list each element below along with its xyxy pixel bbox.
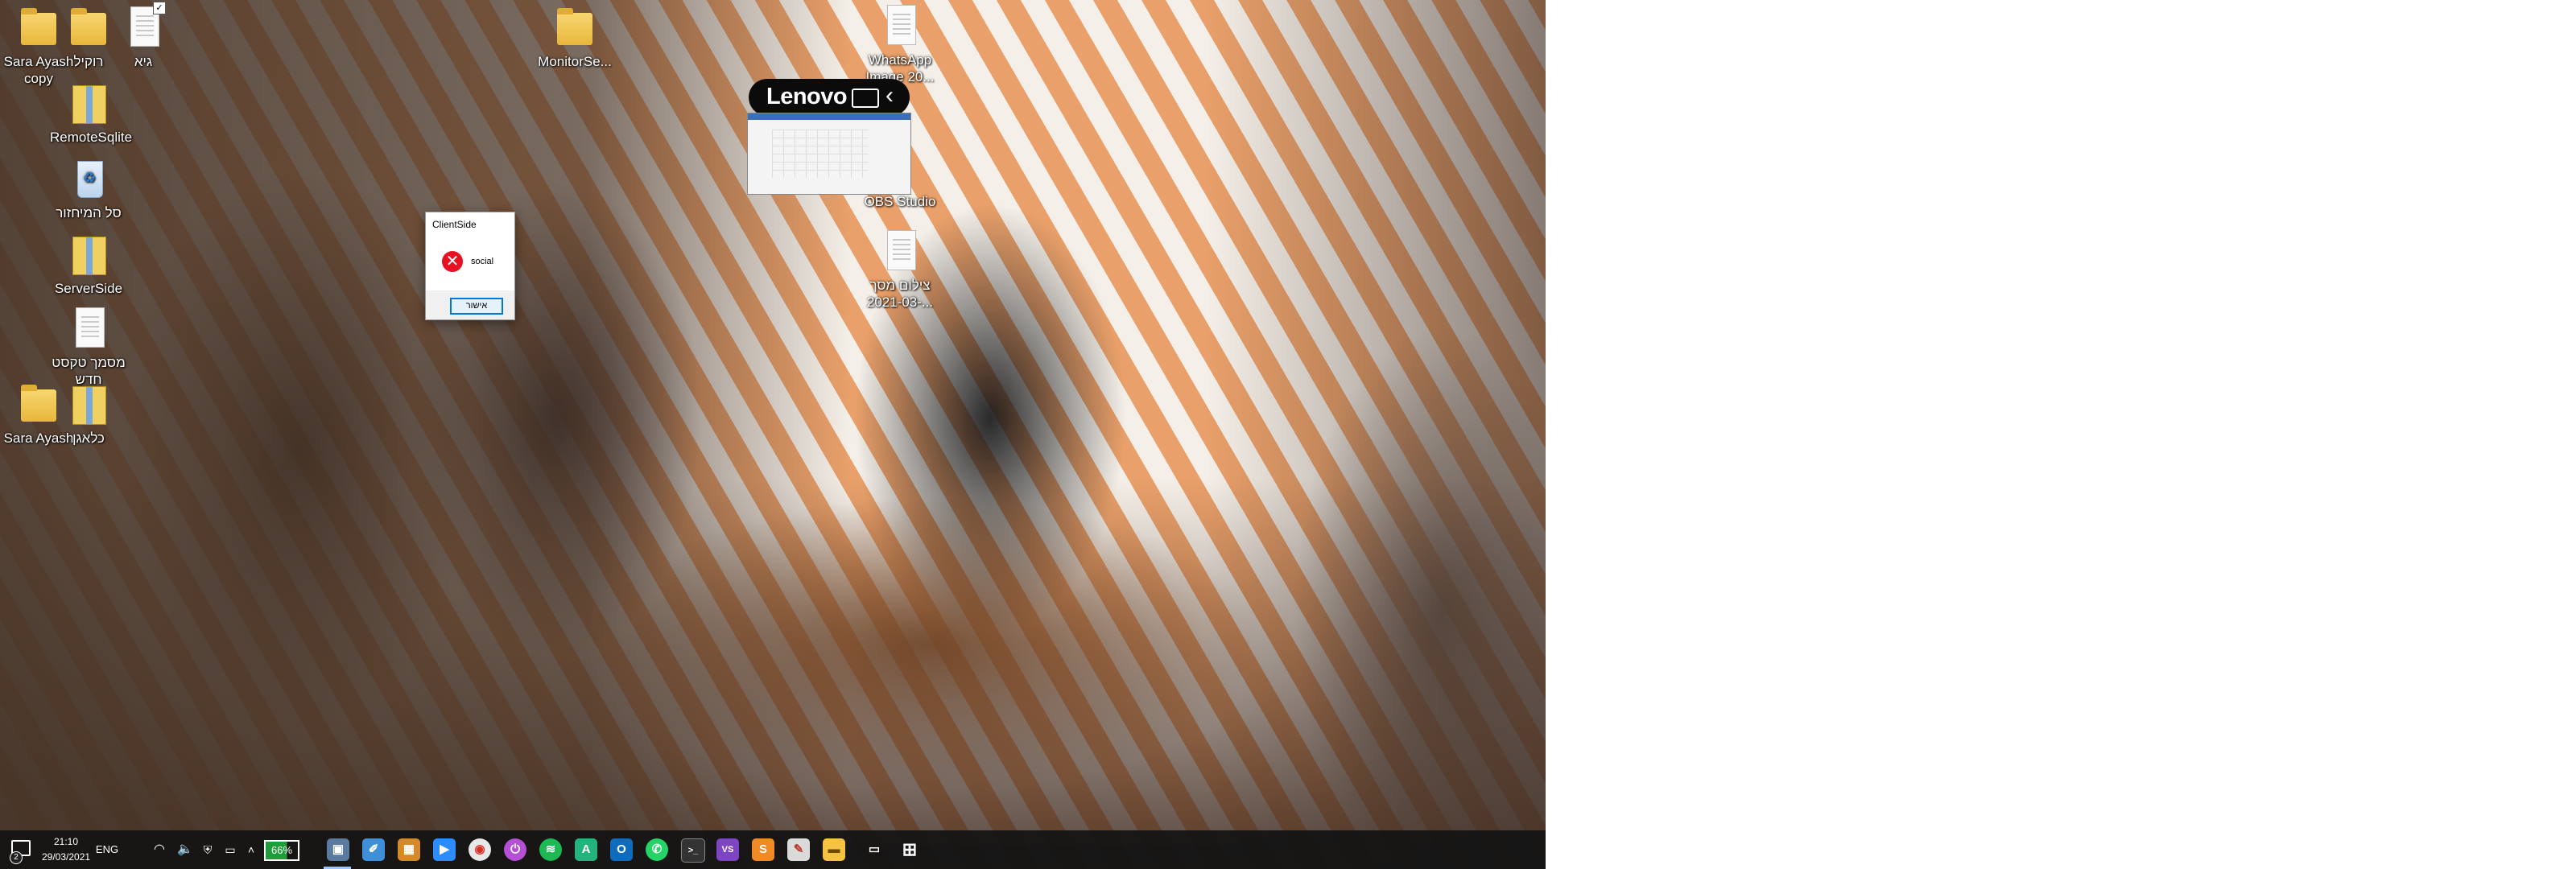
desktop-icon-label: כלאגן [72,430,105,446]
task-view-icon[interactable]: ▭ [863,838,886,861]
folder-icon [68,5,109,50]
dialog-footer: אישור [426,290,514,319]
desktop-icon-serverside[interactable]: ServerSide [50,232,127,297]
battery-saver-icon[interactable]: ▭ [221,830,240,869]
desktop-icon-monitorse[interactable]: MonitorSe... [536,5,613,70]
desktop-icon-screenshot[interactable]: צילום מסך 2021-03-... [861,229,939,311]
spotify-icon[interactable]: ≋ [539,838,562,861]
chevron-up-icon[interactable]: ˄ [243,830,259,869]
archive-icon [68,232,109,277]
notification-center-icon[interactable]: 2 [10,838,31,864]
security-icon[interactable]: ⛨ [198,830,217,869]
desktop-icon-recycle-bin[interactable]: סל המיחזור [50,156,127,221]
outlook-icon[interactable]: O [610,838,633,861]
taskbar: 2 21:10 29/03/2021 ENG ◠ 🔈 ⛨ ▭ ˄ 66% ▣ ✐… [0,830,1546,869]
desktop-icon-guy[interactable]: ✓ גיא [105,2,182,70]
windows-start-icon[interactable]: ⊞ [898,838,921,861]
chrome-icon[interactable]: ◉ [469,838,491,861]
desktop-icon-kalagan[interactable]: כלאגן [50,381,127,447]
screen-capture-icon[interactable] [852,89,879,108]
notification-count: 2 [10,851,23,864]
clock-time: 21:10 [53,836,79,847]
desktop-screen: Sara Ayash copy רוקיל ✓ גיא MonitorSe...… [0,0,1546,869]
file-explorer-icon[interactable]: ▬ [823,838,845,861]
zoom-icon[interactable]: ▶ [433,838,456,861]
image-file-icon [879,3,921,48]
desktop-icon-label: ServerSide [54,281,123,296]
error-icon: ✕ [442,251,463,272]
ok-button[interactable]: אישור [450,298,503,315]
window-app-icon[interactable]: ▣ [327,838,349,861]
desktop-icon-label: סל המיחזור [56,205,122,220]
recycle-bin-icon [68,156,109,201]
desktop-icon-label: OBS Studio [864,194,936,209]
desktop-icon-whatsapp-image[interactable]: WhatsApp Image 20... [861,3,939,85]
visual-studio-icon[interactable]: VS [716,838,739,861]
chevron-left-icon[interactable]: ‹ [886,82,894,109]
desktop-icon-new-text-document[interactable]: מסמך טקסט חדש [50,306,127,388]
wifi-icon[interactable]: ◠ [150,830,169,869]
desktop-icon-label: RemoteSqlite [50,130,133,145]
photos-app-icon[interactable]: ▦ [398,838,420,861]
volume-icon[interactable]: 🔈 [175,830,195,869]
archive-icon [68,80,109,126]
document-icon: ✓ [122,2,166,50]
notes-app-icon[interactable]: ✐ [362,838,385,861]
sublime-icon[interactable]: S [752,838,774,861]
lenovo-logo: Lenovo [766,84,848,109]
dialog-title: ClientSide [432,219,477,230]
dialog-message: social [471,257,494,266]
lenovo-vantage-bar[interactable]: Lenovo ‹ [749,79,910,116]
image-file-icon [879,229,921,274]
error-dialog: ClientSide ✕ social אישור [425,212,515,320]
power-app-icon[interactable]: ⏻ [504,838,526,861]
terminal-icon[interactable]: >_ [681,838,705,863]
desktop-icon-label: MonitorSe... [538,54,612,69]
folder-icon [554,5,596,50]
language-indicator[interactable]: ENG [95,830,119,869]
paint-icon[interactable]: ✎ [787,838,810,861]
window-preview-thumbnail[interactable] [747,113,911,195]
clock[interactable]: 21:10 29/03/2021 [42,834,90,865]
desktop-icon-remotesqlite[interactable]: RemoteSqlite [50,80,133,146]
archive-icon [68,381,109,426]
battery-indicator[interactable]: 66% [264,840,299,861]
desktop-icon-label: צילום מסך 2021-03-... [866,278,934,310]
clock-date: 29/03/2021 [42,851,91,863]
android-studio-icon[interactable]: A [575,838,597,861]
text-file-icon [68,306,109,351]
checkbox-icon: ✓ [153,2,166,14]
desktop-icon-label: גיא [134,54,153,69]
whatsapp-icon[interactable]: ✆ [646,838,668,861]
